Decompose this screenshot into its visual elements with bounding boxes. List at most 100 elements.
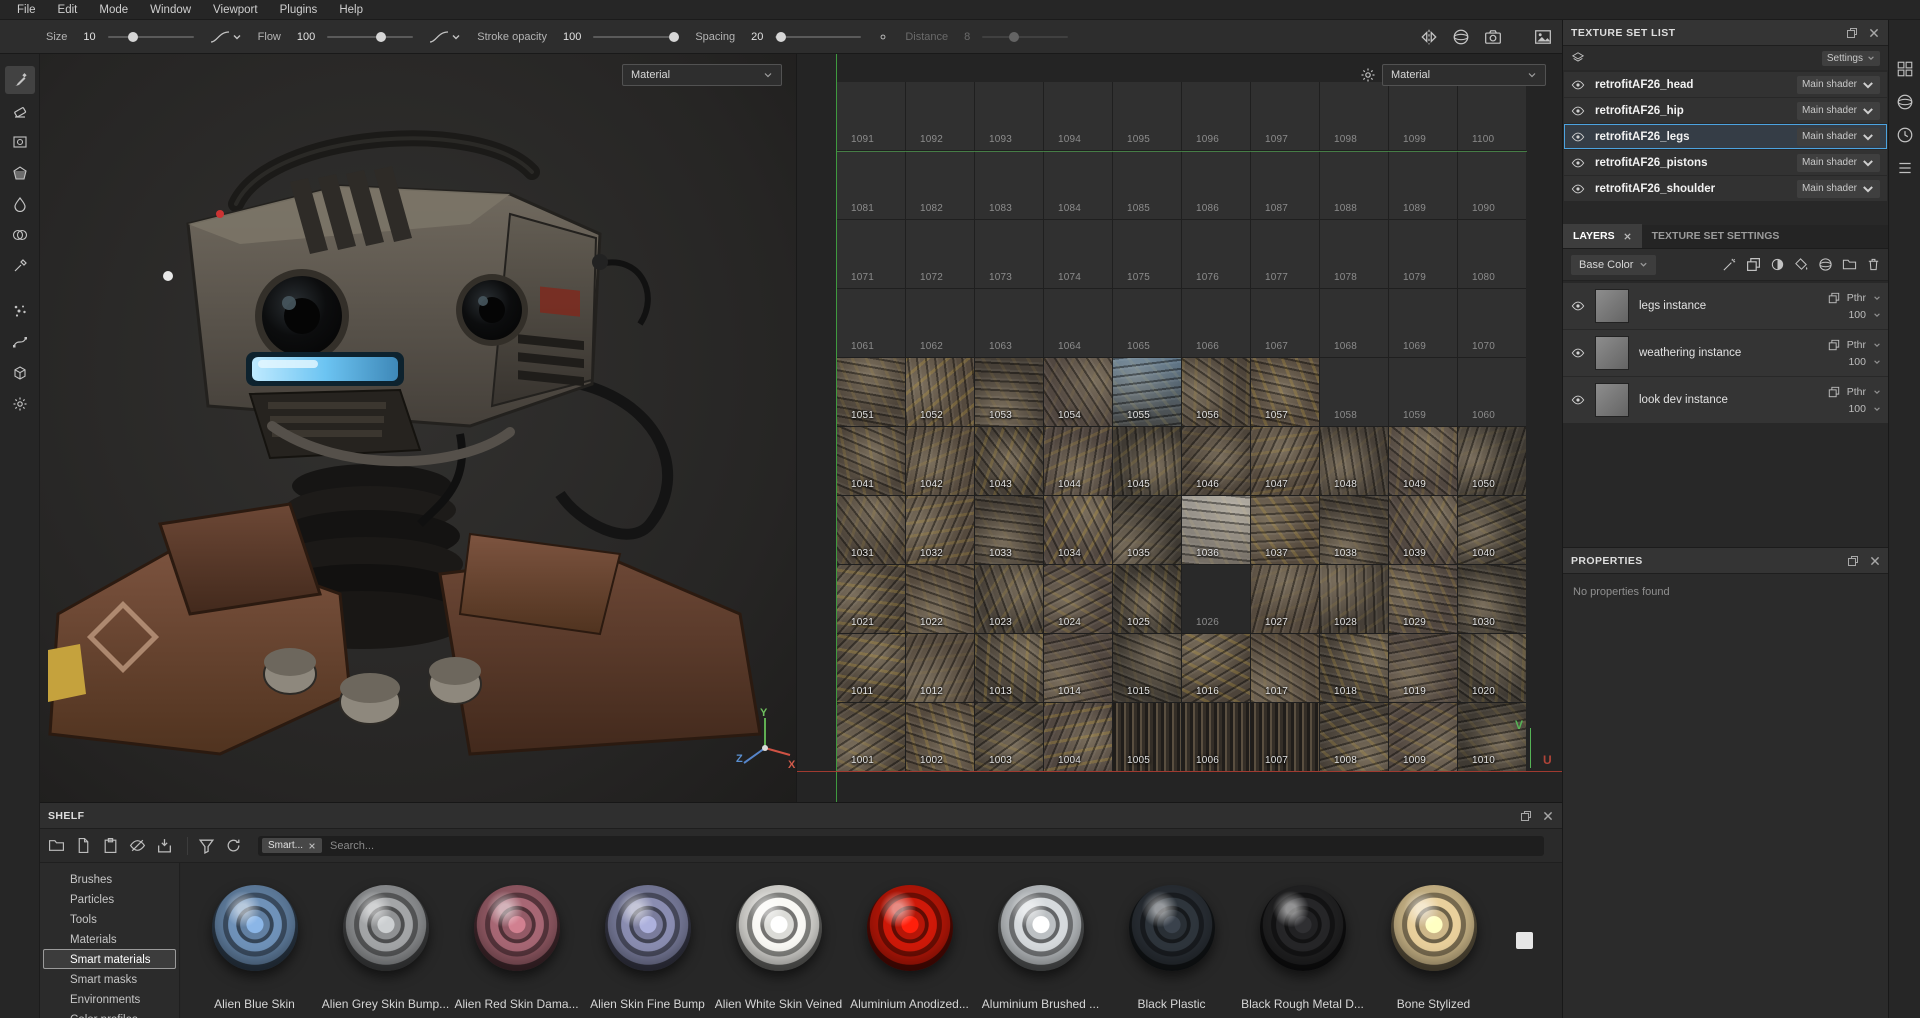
trash-icon[interactable] — [1866, 257, 1881, 272]
shelf-category-smart-materials[interactable]: Smart materials — [43, 949, 176, 969]
close[interactable] — [1623, 232, 1632, 241]
layer-opacity[interactable]: 100 — [1848, 403, 1866, 415]
shading-mode-dropdown-2d[interactable]: Material — [1382, 64, 1546, 86]
menu-item-help[interactable]: Help — [328, 0, 374, 20]
material-picker-tool[interactable] — [5, 252, 35, 280]
menu-item-viewport[interactable]: Viewport — [202, 0, 269, 20]
texture-set-row[interactable]: retrofitAF26_pistonsMain shader — [1564, 150, 1887, 175]
filter-icon[interactable] — [198, 837, 215, 854]
geometry-mask-tool[interactable] — [5, 359, 35, 387]
slider-knob[interactable] — [376, 32, 386, 42]
shelf-category-tools[interactable]: Tools — [43, 909, 176, 929]
shelf-category-brushes[interactable]: Brushes — [43, 869, 176, 889]
shader-dropdown[interactable]: Main shader — [1797, 154, 1880, 172]
material-item[interactable]: Black Rough Metal D... — [1237, 885, 1368, 1018]
thumbnail-size-button[interactable] — [1516, 932, 1533, 949]
viewer-settings-tool[interactable] — [5, 390, 35, 418]
spacing-control[interactable]: Spacing20 — [695, 31, 861, 43]
viewport-2d[interactable]: 1091109210931094109510961097109810991100… — [796, 54, 1562, 802]
eye[interactable] — [1571, 182, 1585, 196]
eye[interactable] — [1571, 156, 1585, 170]
history-icon[interactable] — [1896, 126, 1914, 144]
lazy-mouse-icon[interactable] — [877, 31, 889, 43]
layer-row[interactable]: weathering instancePthr100 — [1563, 330, 1889, 376]
mirror-icon[interactable] — [1420, 28, 1438, 46]
texture-set-row[interactable]: retrofitAF26_headMain shader — [1564, 72, 1887, 97]
clipboard-icon[interactable] — [102, 837, 119, 854]
shader-dropdown[interactable]: Main shader — [1797, 76, 1880, 94]
menu-item-file[interactable]: File — [6, 0, 47, 20]
tab-layers[interactable]: LAYERS — [1563, 224, 1642, 248]
log-icon[interactable] — [1896, 159, 1914, 177]
texture-set-row[interactable]: retrofitAF26_shoulderMain shader — [1564, 176, 1887, 201]
stroke-opacity-slider[interactable] — [593, 36, 679, 38]
layer-blend-mode[interactable]: Pthr — [1847, 292, 1866, 304]
material-sphere-icon[interactable] — [1452, 28, 1470, 46]
material-item[interactable]: Black Plastic — [1106, 885, 1237, 1018]
eye[interactable] — [1571, 78, 1585, 92]
clone-tool[interactable] — [5, 221, 35, 249]
viewport-3d[interactable]: Material Y X Z — [40, 54, 796, 802]
shader-dropdown[interactable]: Main shader — [1797, 128, 1880, 146]
slider-knob[interactable] — [776, 32, 786, 42]
mask-icon[interactable] — [1770, 257, 1785, 272]
float-panel-icon[interactable] — [1520, 810, 1532, 822]
paint-tool[interactable] — [5, 66, 35, 94]
camera-icon[interactable] — [1484, 28, 1502, 46]
path-tool[interactable] — [5, 328, 35, 356]
flow-slider[interactable] — [327, 36, 413, 38]
close-panel-icon[interactable] — [1869, 555, 1881, 567]
add-resource-icon[interactable] — [75, 837, 92, 854]
eye[interactable] — [1571, 393, 1585, 407]
display-icon[interactable] — [1896, 93, 1914, 111]
texture-set-row[interactable]: retrofitAF26_hipMain shader — [1564, 98, 1887, 123]
shader-dropdown[interactable]: Main shader — [1797, 102, 1880, 120]
menu-item-mode[interactable]: Mode — [88, 0, 139, 20]
shading-mode-dropdown-3d[interactable]: Material — [622, 64, 782, 86]
shelf-category-environments[interactable]: Environments — [43, 989, 176, 1009]
texture-set-row[interactable]: retrofitAF26_legsMain shader — [1564, 124, 1887, 149]
float-panel-icon[interactable] — [1846, 27, 1858, 39]
shelf-category-smart-masks[interactable]: Smart masks — [43, 969, 176, 989]
size-control[interactable]: Size10 — [46, 31, 194, 43]
material-item[interactable]: Alien Grey Skin Bump... — [320, 885, 451, 1018]
menu-item-window[interactable]: Window — [139, 0, 202, 20]
sync-icon[interactable] — [225, 837, 242, 854]
2d-view-settings-gear-icon[interactable] — [1360, 67, 1376, 83]
texture-set-visibility-icon[interactable] — [1571, 51, 1585, 65]
material-item[interactable]: Alien Skin Fine Bump — [582, 885, 713, 1018]
filter-tag[interactable]: Smart... — [262, 838, 322, 853]
material-item[interactable]: Aluminium Anodized... — [844, 885, 975, 1018]
channel-dropdown[interactable]: Base Color — [1571, 255, 1656, 275]
snapshot-icon[interactable] — [1534, 28, 1552, 46]
eye[interactable] — [1571, 130, 1585, 144]
folder-icon[interactable] — [48, 837, 65, 854]
material-item[interactable]: Aluminium Brushed ... — [975, 885, 1106, 1018]
fill-layer-icon[interactable] — [1794, 257, 1809, 272]
layer-opacity[interactable]: 100 — [1848, 356, 1866, 368]
shelf-category-color-profiles[interactable]: Color profiles — [43, 1009, 176, 1018]
material-item[interactable]: Alien Blue Skin — [189, 885, 320, 1018]
texture-set-settings-dropdown[interactable]: Settings — [1822, 51, 1880, 66]
polygon-fill-tool[interactable] — [5, 159, 35, 187]
wand-icon[interactable] — [1722, 257, 1737, 272]
copy-icon[interactable] — [1746, 257, 1761, 272]
smudge-tool[interactable] — [5, 190, 35, 218]
material-item[interactable]: Alien Red Skin Dama... — [451, 885, 582, 1018]
shelf-category-particles[interactable]: Particles — [43, 889, 176, 909]
close-panel-icon[interactable] — [1542, 810, 1554, 822]
size-slider[interactable] — [108, 36, 194, 38]
slider-knob[interactable] — [669, 32, 679, 42]
particles-tool[interactable] — [5, 297, 35, 325]
shelf-search-bar[interactable]: Smart... — [258, 836, 1544, 856]
layer-row[interactable]: legs instancePthr100 — [1563, 283, 1889, 329]
menu-item-edit[interactable]: Edit — [47, 0, 89, 20]
menu-item-plugins[interactable]: Plugins — [269, 0, 329, 20]
material-item[interactable]: Alien White Skin Veined — [713, 885, 844, 1018]
slider-knob[interactable] — [128, 32, 138, 42]
hide-icon[interactable] — [129, 837, 146, 854]
projection-tool[interactable] — [5, 128, 35, 156]
shelf-category-materials[interactable]: Materials — [43, 929, 176, 949]
layer-blend-mode[interactable]: Pthr — [1847, 339, 1866, 351]
assets-icon[interactable] — [1896, 60, 1914, 78]
